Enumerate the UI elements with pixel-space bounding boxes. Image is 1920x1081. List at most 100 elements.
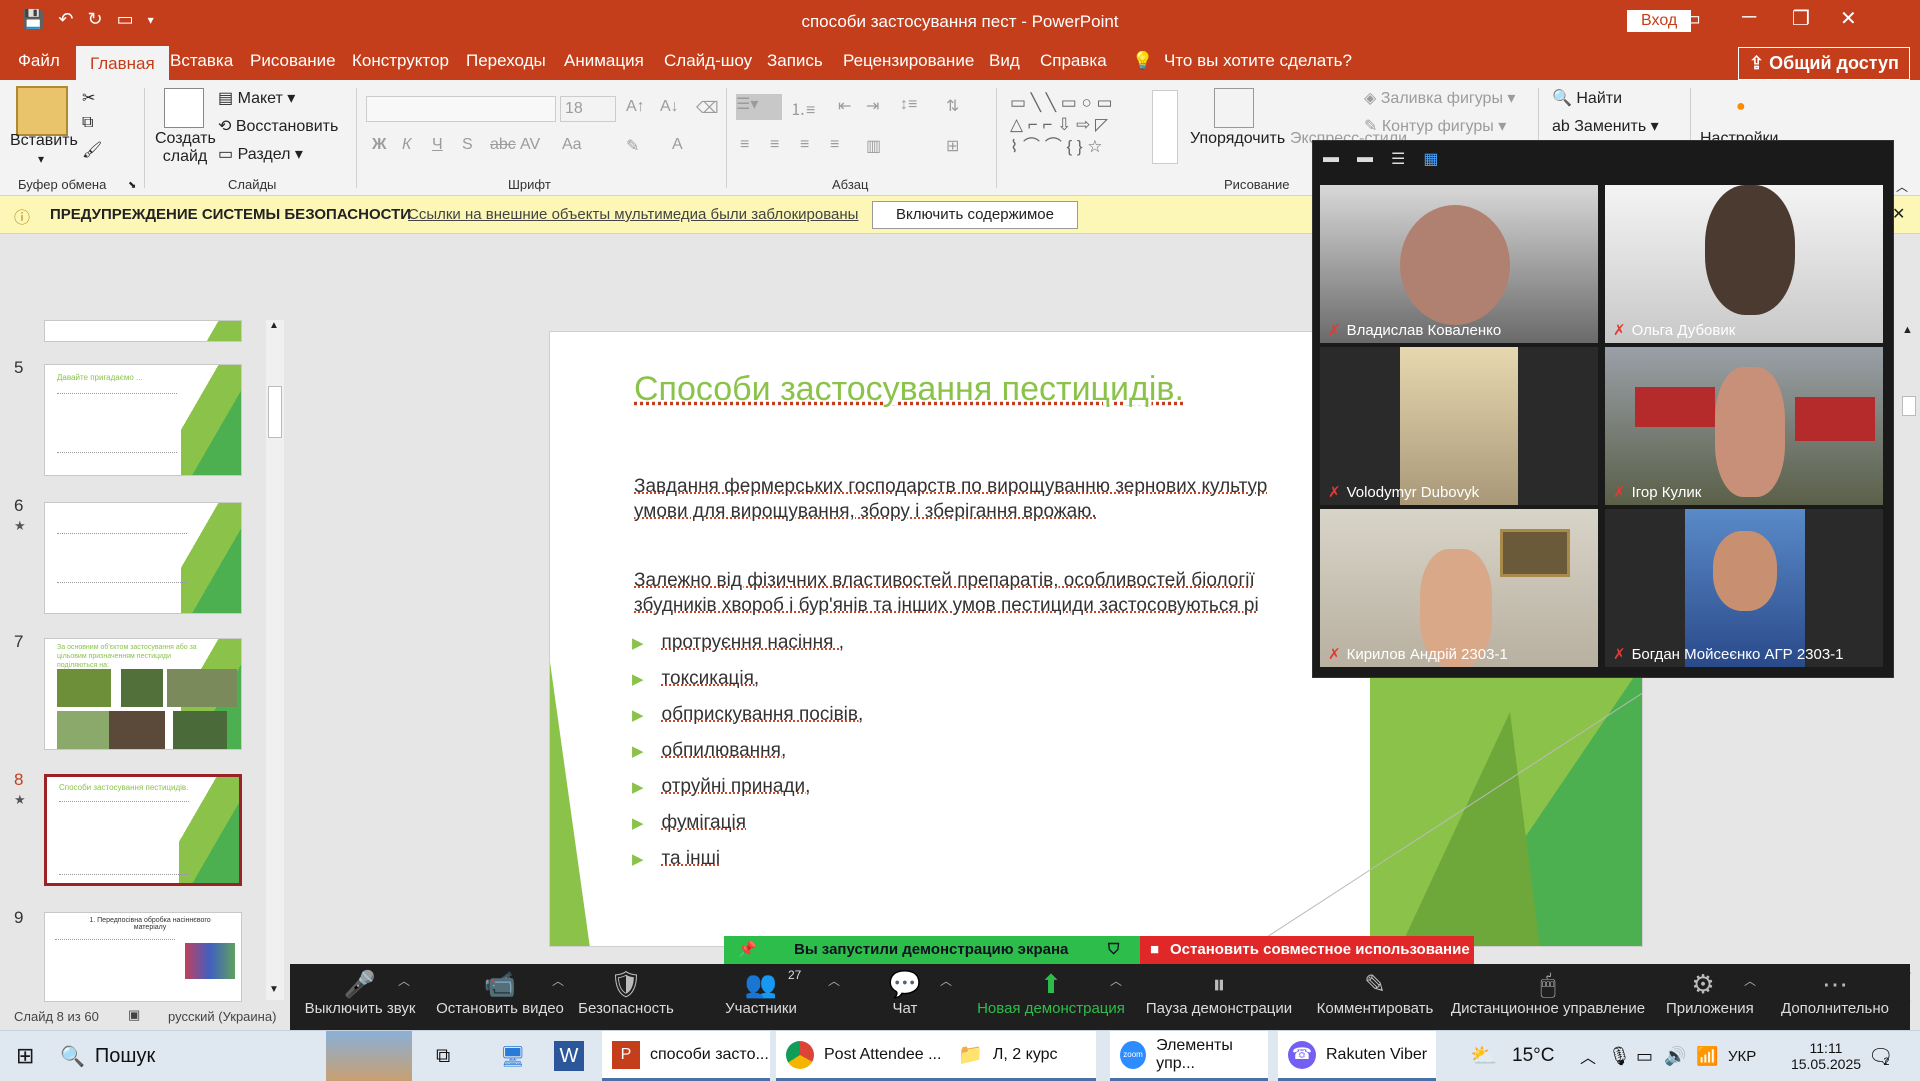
editor-scrollbar[interactable]: ▲ ▼ ⏶ ⏷	[1900, 324, 1918, 894]
bullet-item[interactable]: ▶ фумігація	[632, 812, 746, 834]
tab-insert[interactable]: Вставка	[170, 51, 233, 71]
highlight-icon[interactable]: ✎	[626, 136, 639, 156]
annotate-button[interactable]: ✎ Комментировать	[1310, 964, 1440, 1030]
bullets-icon[interactable]: ☰▾	[736, 94, 782, 120]
participants-options-icon[interactable]: ︿	[828, 972, 840, 1038]
more-button[interactable]: ⋯ Дополнительно	[1776, 964, 1894, 1030]
save-icon[interactable]: 💾	[22, 9, 44, 30]
participant-tile[interactable]: ✗ Volodymyr Dubovyk	[1320, 347, 1598, 505]
chat-button[interactable]: 💬 Чат	[888, 964, 922, 1030]
section-button[interactable]: ▭ Раздел ▾	[218, 144, 303, 164]
new-slide-button[interactable]: Создать слайд	[155, 130, 215, 166]
widgets-image[interactable]	[326, 1031, 412, 1081]
copy-icon[interactable]: ⧉	[82, 114, 93, 132]
slide-title[interactable]: Способи застосування пестицидів.	[634, 370, 1184, 409]
tab-home[interactable]: Главная	[76, 46, 169, 82]
microphone-tray-icon[interactable]: 🎙	[1608, 1031, 1631, 1081]
taskbar-search[interactable]: 🔍 Пошук	[60, 1031, 310, 1081]
bullet-item[interactable]: ▶ токсикація,	[632, 668, 759, 690]
tab-review[interactable]: Рецензирование	[843, 51, 974, 71]
chat-options-icon[interactable]: ︿	[940, 972, 952, 1038]
tab-animations[interactable]: Анимация	[564, 51, 644, 71]
layout-button[interactable]: ▤ Макет ▾	[218, 88, 295, 108]
shape-fill-button[interactable]: ◈ Заливка фигуры ▾	[1364, 88, 1515, 108]
arrange-icon[interactable]	[1214, 88, 1254, 128]
dialog-launcher-icon[interactable]: ⬊	[128, 180, 136, 191]
slide-paragraph-1-line-2[interactable]: умови для вирощування, збору і зберіганн…	[634, 499, 1097, 524]
collapse-ribbon-icon[interactable]: ︿	[1896, 178, 1908, 195]
taskbar-app-chrome[interactable]: Post Attendee ...	[776, 1031, 956, 1081]
paste-button[interactable]: Вставить	[10, 132, 78, 150]
tab-draw[interactable]: Рисование	[250, 51, 336, 71]
justify-icon[interactable]: ≡	[830, 136, 839, 154]
taskbar-app-explorer[interactable]: 📁 Л, 2 курс	[948, 1031, 1096, 1081]
slide-paragraph-2-line-1[interactable]: Залежно від фізичних властивостей препар…	[634, 568, 1255, 593]
slide-thumb-5[interactable]: Давайте пригадаємо ...	[44, 364, 242, 476]
taskbar-app-powerpoint[interactable]: Pспособи засто...	[602, 1031, 770, 1081]
shrink-font-icon[interactable]: A↓	[660, 98, 679, 116]
maximize-icon[interactable]: ❐	[1792, 6, 1810, 31]
present-icon[interactable]: ▭	[117, 9, 134, 30]
participant-tile[interactable]: ✗ Владислав Коваленко	[1320, 185, 1598, 343]
taskbar-app-viber[interactable]: ☎ Rakuten Viber	[1278, 1031, 1436, 1081]
settings-icon[interactable]: ●	[1736, 98, 1746, 116]
font-family-select[interactable]	[366, 96, 556, 122]
cut-icon[interactable]: ✂	[82, 88, 95, 108]
new-share-button[interactable]: ⬆ Новая демонстрация	[976, 964, 1126, 1030]
scroll-up-icon[interactable]: ▲	[1902, 324, 1913, 336]
notifications-icon[interactable]: 🗨 2	[1868, 1031, 1890, 1081]
volume-icon[interactable]: 🔊	[1664, 1031, 1686, 1081]
customize-qat-icon[interactable]: ▾	[148, 13, 154, 27]
participant-tile[interactable]: ✗ Ігор Кулик	[1605, 347, 1883, 505]
text-direction-icon[interactable]: ⇅	[946, 96, 959, 116]
slide-thumb-8-selected[interactable]: Способи застосування пестицидів.	[44, 774, 242, 886]
grid-view-icon[interactable]: ▦	[1423, 149, 1438, 169]
increase-indent-icon[interactable]: ⇥	[866, 96, 879, 116]
participant-tile[interactable]: ✗ Кирилов Андрій 2303-1	[1320, 509, 1598, 667]
redo-icon[interactable]: ↻	[88, 9, 103, 30]
replace-button[interactable]: ab Заменить ▾	[1552, 116, 1659, 136]
align-center-icon[interactable]: ≡	[770, 136, 779, 154]
bold-icon[interactable]: Ж	[372, 136, 386, 154]
decrease-indent-icon[interactable]: ⇤	[838, 96, 851, 116]
speaker-view-icon[interactable]: ▬	[1357, 149, 1373, 169]
close-icon[interactable]: ✕	[1840, 6, 1857, 31]
align-left-icon[interactable]: ≡	[740, 136, 749, 154]
slide-paragraph-1-line-1[interactable]: Завдання фермерських господарств по виро…	[634, 474, 1267, 499]
video-options-icon[interactable]: ︿	[552, 972, 564, 1038]
pause-share-button[interactable]: ⏸ Пауза демонстрации	[1144, 964, 1294, 1030]
tab-view[interactable]: Вид	[989, 51, 1020, 71]
tab-file[interactable]: Файл	[18, 51, 60, 71]
network-icon[interactable]: 📶	[1696, 1031, 1718, 1081]
tab-slideshow[interactable]: Слайд-шоу	[664, 51, 752, 71]
start-icon[interactable]: ⊞	[16, 1031, 46, 1081]
apps-options-icon[interactable]: ︿	[1744, 972, 1756, 1038]
scroll-up-icon[interactable]: ▲	[269, 320, 279, 331]
tab-transitions[interactable]: Переходы	[466, 51, 546, 71]
convert-smartart-icon[interactable]: ⊞	[946, 136, 959, 156]
undo-icon[interactable]: ↶	[58, 9, 73, 30]
strip-view-icon[interactable]: ☰	[1391, 149, 1405, 169]
remote-control-button[interactable]: 🖱 Дистанционное управление	[1450, 964, 1646, 1030]
minimize-icon[interactable]: ─	[1742, 6, 1756, 29]
bullet-item[interactable]: ▶ обприскування посівів,	[632, 704, 863, 726]
weather-icon[interactable]: ⛅	[1470, 1031, 1497, 1081]
shape-outline-button[interactable]: ✎ Контур фигуры ▾	[1364, 116, 1506, 136]
slide-thumb-9[interactable]: 1. Передпосівна обробка насіннєвого мате…	[44, 912, 242, 1002]
minimize-icon[interactable]: ▬	[1323, 149, 1339, 169]
paste-icon[interactable]	[16, 86, 68, 136]
bullet-item[interactable]: ▶ обпилювання,	[632, 740, 786, 762]
format-painter-icon[interactable]: 🖌	[82, 140, 102, 160]
participant-tile[interactable]: ✗ Богдан Мойсеєнко АГР 2303-1	[1605, 509, 1883, 667]
tell-me-input[interactable]: Что вы хотите сделать?	[1164, 51, 1352, 71]
tab-record[interactable]: Запись	[767, 51, 823, 71]
font-color-icon[interactable]: A	[672, 136, 683, 154]
participant-tile[interactable]: ✗ Ольга Дубовик	[1605, 185, 1883, 343]
bullet-item[interactable]: ▶ та інші	[632, 848, 720, 870]
slide-thumb-7[interactable]: За основним об'єктом застосування або за…	[44, 638, 242, 750]
thumbnail-scrollbar[interactable]: ▲ ▼	[266, 320, 284, 1000]
tab-design[interactable]: Конструктор	[352, 51, 449, 71]
new-slide-icon[interactable]	[164, 88, 204, 128]
language-status[interactable]: русский (Украина)	[168, 1009, 276, 1024]
paste-dropdown-icon[interactable]: ▾	[38, 152, 44, 166]
